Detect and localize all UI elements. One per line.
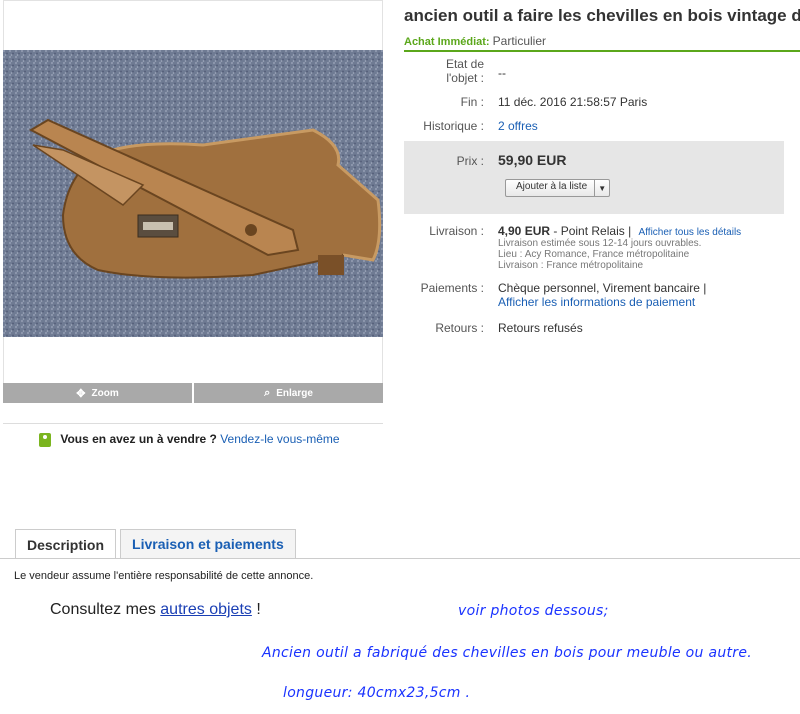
- description-tool-line: Ancien outil a fabriqué des chevilles en…: [262, 645, 753, 661]
- watchlist-label: Ajouter à la liste: [516, 181, 588, 192]
- enlarge-label: Enlarge: [276, 387, 313, 399]
- sell-yourself-link[interactable]: Vendez-le vous-même: [220, 432, 339, 446]
- payment-methods: Chèque personnel, Virement bancaire |: [498, 281, 707, 295]
- consult-suffix: !: [256, 601, 261, 618]
- enlarge-button[interactable]: ⌕ Enlarge: [192, 383, 383, 403]
- buy-type-label: Achat Immédiat:: [404, 36, 490, 48]
- move-icon: ✥: [76, 387, 86, 400]
- tab-divider: [0, 558, 800, 559]
- sell-prompt: Vous en avez un à vendre ? Vendez-le vou…: [3, 423, 383, 447]
- end-label: Fin :: [460, 95, 484, 109]
- delivery-estimate: Livraison estimée sous 12-14 jours ouvra…: [498, 238, 702, 249]
- other-items-link[interactable]: autres objets: [160, 601, 252, 618]
- seller-responsibility-note: Le vendeur assume l'entière responsabili…: [14, 570, 314, 582]
- tab-description[interactable]: Description: [15, 529, 117, 559]
- returns-label: Retours :: [435, 321, 484, 335]
- description-size-line: longueur: 40cmx23,5cm .: [283, 685, 471, 701]
- returns-value: Retours refusés: [498, 321, 583, 335]
- delivery-line: 4,90 EUR - Point Relais | Afficher tous …: [498, 224, 741, 238]
- other-items-line: Consultez mes autres objets !: [50, 601, 261, 619]
- buy-type-value: Particulier: [492, 34, 546, 48]
- image-toolbar: ✥ Zoom ⌕ Enlarge: [3, 383, 383, 403]
- buy-type-bar: Achat Immédiat: Particulier: [404, 34, 800, 52]
- item-title: ancien outil a faire les chevilles en bo…: [404, 6, 800, 25]
- price-box: [404, 141, 784, 214]
- history-label: Historique :: [423, 119, 484, 133]
- dropdown-arrow-icon[interactable]: ▼: [594, 180, 609, 196]
- condition-value: --: [498, 66, 506, 80]
- delivery-location: Lieu : Acy Romance, France métropolitain…: [498, 249, 690, 260]
- payment-label: Paiements :: [420, 281, 484, 295]
- delivery-details-link[interactable]: Afficher tous les détails: [639, 227, 742, 238]
- product-photo[interactable]: [3, 50, 383, 337]
- delivery-price: 4,90 EUR: [498, 224, 551, 238]
- sell-question: Vous en avez un à vendre ?: [60, 432, 217, 446]
- zoom-button[interactable]: ✥ Zoom: [3, 383, 192, 403]
- price-label: Prix :: [456, 154, 484, 168]
- price-tag-icon: [39, 432, 51, 447]
- history-link[interactable]: 2 offres: [498, 119, 538, 133]
- delivery-label: Livraison :: [429, 224, 484, 238]
- add-to-watchlist-button[interactable]: Ajouter à la liste ▼: [505, 179, 611, 197]
- description-photos-line: voir photos dessous;: [458, 603, 609, 619]
- delivery-destination: Livraison : France métropolitaine: [498, 260, 644, 271]
- payment-info-link[interactable]: Afficher les informations de paiement: [498, 295, 695, 309]
- consult-prefix: Consultez mes: [50, 601, 156, 618]
- delivery-method: - Point Relais |: [553, 224, 632, 238]
- tab-shipping-payments[interactable]: Livraison et paiements: [120, 529, 296, 558]
- tab-bar: Description Livraison et paiements: [15, 529, 296, 559]
- condition-label-line2: l'objet :: [446, 71, 484, 85]
- zoom-label: Zoom: [91, 387, 119, 399]
- magnifier-icon: ⌕: [264, 386, 271, 399]
- price-value: 59,90 EUR: [498, 152, 567, 168]
- condition-label-line1: Etat de: [445, 57, 484, 71]
- end-value: 11 déc. 2016 21:58:57 Paris: [498, 95, 648, 109]
